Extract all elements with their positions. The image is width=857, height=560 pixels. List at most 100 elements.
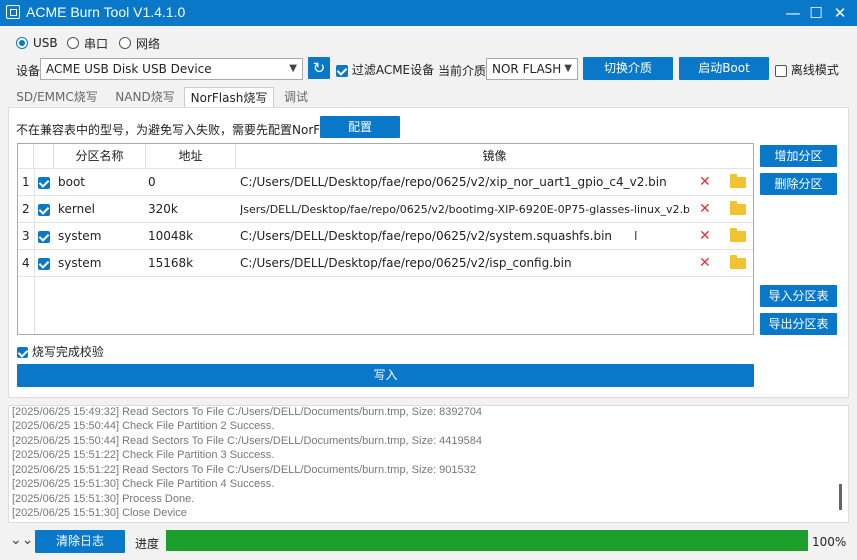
radio-selected-icon [16, 37, 28, 49]
progress-bar [166, 530, 808, 551]
radio-serial-label: 串口 [84, 36, 109, 51]
delete-partition-button[interactable]: 删除分区 [760, 173, 837, 195]
row-name[interactable]: kernel [58, 196, 144, 223]
boot-button[interactable]: 启动Boot [679, 57, 769, 80]
table-divider [18, 276, 753, 277]
progress-label: 进度 [135, 537, 160, 551]
partition-table: 分区名称 地址 镜像 1 boot 0 C:/Users/DELL/Deskto… [17, 143, 754, 335]
app-icon [6, 5, 20, 19]
log-panel[interactable]: [2025/06/25 15:49:32] Read Sectors To Fi… [8, 405, 849, 523]
refresh-button[interactable]: ↻ [308, 57, 330, 79]
tab-norflash[interactable]: NorFlash烧写 [184, 87, 274, 107]
verify-checkbox[interactable]: 烧写完成校验 [17, 343, 104, 360]
title-bar: ACME Burn Tool V1.4.1.0 — ☐ ✕ [0, 0, 857, 26]
row-address[interactable]: 15168k [148, 250, 234, 277]
radio-unselected-icon [119, 37, 131, 49]
table-divider [34, 168, 35, 334]
table-row[interactable]: 2 kernel 320k Jsers/DELL/Desktop/fae/rep… [18, 195, 753, 222]
row-checkbox[interactable] [38, 169, 50, 196]
tab-sd-emmc[interactable]: SD/EMMC烧写 [8, 87, 106, 107]
table-header-name: 分区名称 [54, 144, 146, 168]
collapse-chevron-icon[interactable]: ⌄⌄ [10, 532, 33, 548]
tab-debug[interactable]: 调试 [276, 87, 316, 107]
radio-network[interactable]: 网络 [119, 35, 160, 51]
tab-nand[interactable]: NAND烧写 [108, 87, 182, 107]
norflash-notice: 不在兼容表中的型号，为避免写入失败，需要先配置NorFlash [16, 123, 345, 137]
write-button[interactable]: 写入 [17, 364, 754, 387]
radio-network-label: 网络 [136, 36, 161, 51]
table-header-index [18, 144, 34, 168]
log-scrollbar[interactable] [839, 484, 842, 510]
checkbox-checked-icon [17, 347, 28, 358]
table-header-check [34, 144, 54, 168]
table-row[interactable]: 1 boot 0 C:/Users/DELL/Desktop/fae/repo/… [18, 168, 753, 195]
table-row[interactable]: 3 system 10048k C:/Users/DELL/Desktop/fa… [18, 222, 753, 249]
clear-log-button[interactable]: 清除日志 [35, 530, 125, 553]
chevron-down-icon: ▼ [289, 63, 297, 74]
offline-mode-checkbox[interactable]: 离线模式 [775, 61, 839, 78]
row-checkbox[interactable] [38, 196, 50, 223]
minimize-button[interactable]: — [783, 3, 803, 23]
row-image-path[interactable]: C:/Users/DELL/Desktop/fae/repo/0625/v2/i… [240, 250, 690, 277]
table-header-image: 镜像 [482, 149, 507, 163]
delete-x-icon[interactable]: ✕ [699, 196, 711, 223]
text-cursor-icon: I [634, 229, 638, 243]
folder-icon[interactable] [730, 201, 746, 215]
checkbox-checked-icon [38, 176, 50, 189]
delete-x-icon[interactable]: ✕ [699, 250, 711, 277]
folder-icon[interactable] [730, 174, 746, 188]
table-row[interactable]: 4 system 15168k C:/Users/DELL/Desktop/fa… [18, 249, 753, 276]
folder-icon[interactable] [730, 228, 746, 242]
row-image-path[interactable]: C:/Users/DELL/Desktop/fae/repo/0625/v2/x… [240, 169, 690, 196]
filter-acme-checkbox[interactable]: 过滤ACME设备 [336, 61, 434, 78]
row-address[interactable]: 10048k [148, 223, 234, 250]
delete-x-icon[interactable]: ✕ [699, 223, 711, 250]
table-header-address: 地址 [146, 144, 236, 168]
export-partition-table-button[interactable]: 导出分区表 [760, 313, 837, 335]
offline-mode-label: 离线模式 [790, 63, 839, 77]
progress-fill [166, 530, 808, 551]
refresh-icon: ↻ [312, 59, 326, 77]
row-name[interactable]: system [58, 223, 144, 250]
switch-media-button[interactable]: 切换介质 [583, 57, 673, 80]
checkbox-unchecked-icon [775, 64, 787, 77]
row-address[interactable]: 0 [148, 169, 234, 196]
close-button[interactable]: ✕ [830, 3, 850, 23]
checkbox-checked-icon [336, 64, 348, 77]
device-select[interactable]: ACME USB Disk USB Device ▼ [40, 58, 303, 80]
radio-usb[interactable]: USB [16, 35, 58, 51]
maximize-button[interactable]: ☐ [806, 3, 826, 23]
row-checkbox[interactable] [38, 250, 50, 277]
row-index: 4 [22, 256, 30, 270]
row-name[interactable]: boot [58, 169, 144, 196]
media-select-value: NOR FLASH [492, 62, 562, 76]
row-checkbox[interactable] [38, 223, 50, 250]
log-line: [2025/06/25 15:51:30] Process Done. [12, 493, 195, 505]
checkbox-checked-icon [38, 257, 50, 270]
import-partition-table-button[interactable]: 导入分区表 [760, 285, 837, 307]
row-index: 2 [22, 202, 30, 216]
log-line: [2025/06/25 15:49:32] Read Sectors To Fi… [12, 406, 483, 418]
radio-serial[interactable]: 串口 [67, 35, 108, 51]
media-label: 当前介质 [438, 64, 487, 78]
verify-label: 烧写完成校验 [31, 345, 104, 359]
log-line: [2025/06/25 15:51:22] Read Sectors To Fi… [12, 464, 476, 476]
row-index: 1 [22, 175, 30, 189]
radio-usb-label: USB [33, 36, 58, 50]
chevron-down-icon: ▼ [564, 63, 572, 74]
folder-icon[interactable] [730, 255, 746, 269]
row-image-path[interactable]: C:/Users/DELL/Desktop/fae/repo/0625/v2/s… [240, 223, 690, 250]
row-name[interactable]: system [58, 250, 144, 277]
row-address[interactable]: 320k [148, 196, 234, 223]
radio-unselected-icon [67, 37, 79, 49]
media-select[interactable]: NOR FLASH ▼ [486, 58, 578, 80]
window-title: ACME Burn Tool V1.4.1.0 [26, 4, 186, 20]
log-line: [2025/06/25 15:51:30] Close Device [12, 507, 187, 519]
checkbox-checked-icon [38, 203, 50, 216]
row-index: 3 [22, 229, 30, 243]
row-image-path[interactable]: Jsers/DELL/Desktop/fae/repo/0625/v2/boot… [240, 196, 690, 223]
add-partition-button[interactable]: 增加分区 [760, 145, 837, 167]
device-label: 设备 [16, 64, 41, 78]
config-norflash-button[interactable]: 配置 NorFlash [320, 116, 400, 156]
delete-x-icon[interactable]: ✕ [699, 169, 711, 196]
